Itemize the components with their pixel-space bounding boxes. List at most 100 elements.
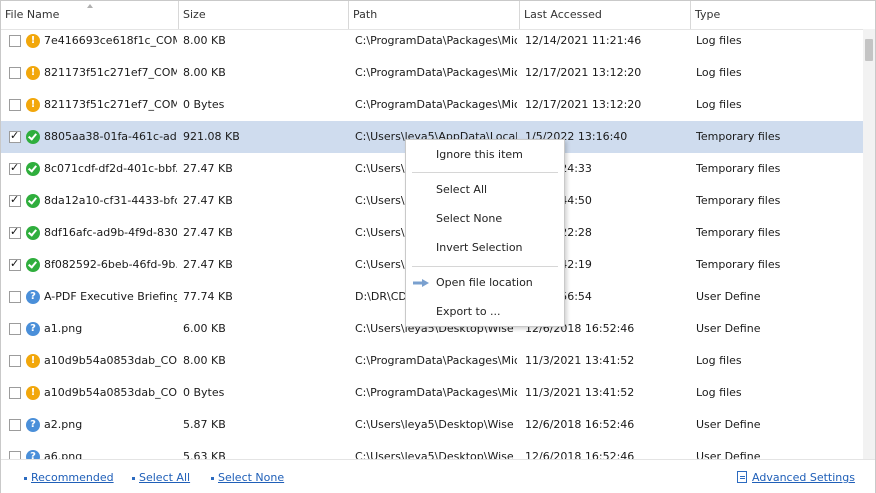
check-circle-icon [26, 194, 40, 208]
date-cell: 12/6/2018 16:52:46 [525, 450, 635, 459]
advanced-settings-link[interactable]: Advanced Settings [752, 471, 855, 485]
warning-icon: ! [26, 66, 40, 80]
size-cell: 27.47 KB [183, 226, 233, 239]
table-row[interactable]: ! 821173f51c271ef7_COM... 0 Bytes C:\Progra… [1, 89, 863, 121]
row-checkbox[interactable] [9, 67, 21, 79]
menu-separator [412, 266, 558, 267]
table-row[interactable]: ! a10d9b54a0853dab_CO... 8.00 KB C:\Program… [1, 345, 863, 377]
date-cell: 11/3/2021 13:41:52 [525, 386, 635, 399]
menu-select-none[interactable]: Select None [406, 207, 564, 231]
row-checkbox[interactable] [9, 291, 21, 303]
file-name-cell: a10d9b54a0853dab_CO... [44, 354, 177, 367]
menu-invert-selection[interactable]: Invert Selection [406, 236, 564, 260]
question-icon: ? [26, 418, 40, 432]
row-checkbox[interactable] [9, 225, 21, 239]
warning-icon: ! [26, 34, 40, 48]
type-cell: Log files [696, 34, 742, 47]
row-checkbox[interactable] [9, 161, 21, 175]
file-name-cell: 7e416693ce618f1c_COM... [44, 34, 177, 47]
table-row[interactable]: ! 7e416693ce618f1c_COM... 8.00 KB C:\Progra… [1, 25, 863, 57]
row-checkbox[interactable] [9, 355, 21, 367]
menu-ignore-label: Ignore this item [436, 148, 523, 161]
table-row[interactable]: ! a10d9b54a0853dab_CO... 0 Bytes C:\Program… [1, 377, 863, 409]
file-name-cell: 8df16afc-ad9b-4f9d-830... [44, 226, 177, 239]
menu-select-all-label: Select All [436, 183, 488, 196]
file-name-cell: 8da12a10-cf31-4433-bfc... [44, 194, 177, 207]
row-checkbox[interactable] [9, 99, 21, 111]
file-name-cell: a6.png [44, 450, 83, 459]
table-row[interactable]: ? a6.png 5.63 KB C:\Users\leya5\Desktop\Wis… [1, 441, 863, 459]
type-cell: User Define [696, 450, 761, 459]
file-name-cell: A-PDF Executive Briefing... [44, 290, 177, 303]
row-checkbox[interactable] [9, 323, 21, 335]
menu-ignore-item[interactable]: Ignore this item [406, 143, 564, 167]
warning-icon: ! [26, 354, 40, 368]
date-cell: 12/14/2021 11:21:46 [525, 34, 642, 47]
row-checkbox[interactable] [9, 193, 21, 207]
path-cell: C:\ProgramData\Packages\Micr... [355, 386, 517, 399]
row-checkbox[interactable] [9, 387, 21, 399]
row-checkbox[interactable] [9, 129, 21, 143]
date-cell: 12/6/2018 16:52:46 [525, 418, 635, 431]
row-checkbox[interactable] [9, 419, 21, 431]
size-cell: 5.87 KB [183, 418, 226, 431]
table-row[interactable]: ! 821173f51c271ef7_COM... 8.00 KB C:\Progra… [1, 57, 863, 89]
path-cell: C:\ProgramData\Packages\Micr... [355, 354, 517, 367]
file-name-cell: a1.png [44, 322, 83, 335]
file-name-cell: a2.png [44, 418, 83, 431]
type-cell: Temporary files [696, 194, 781, 207]
type-cell: User Define [696, 322, 761, 335]
col-last-accessed-label: Last Accessed [524, 8, 602, 21]
path-cell: C:\ProgramData\Packages\Micr... [355, 34, 517, 47]
question-icon: ? [26, 290, 40, 304]
table-row[interactable]: ? a2.png 5.87 KB C:\Users\leya5\Desktop\Wis… [1, 409, 863, 441]
menu-select-none-label: Select None [436, 212, 503, 225]
size-cell: 8.00 KB [183, 354, 226, 367]
date-cell: 11/3/2021 13:41:52 [525, 354, 635, 367]
menu-open-location-label: Open file location [436, 276, 533, 289]
row-checkbox[interactable] [9, 451, 21, 459]
size-cell: 5.63 KB [183, 450, 226, 459]
check-circle-icon [26, 258, 40, 272]
type-cell: User Define [696, 418, 761, 431]
path-cell: C:\Users\leya5\Desktop\Wise C... [355, 418, 517, 431]
type-cell: Log files [696, 386, 742, 399]
sort-ascending-icon [87, 4, 93, 8]
size-cell: 921.08 KB [183, 130, 240, 143]
menu-separator [412, 172, 558, 173]
type-cell: Temporary files [696, 130, 781, 143]
size-cell: 77.74 KB [183, 290, 233, 303]
file-name-cell: 821173f51c271ef7_COM... [44, 66, 177, 79]
size-cell: 8.00 KB [183, 66, 226, 79]
col-type-label: Type [695, 8, 721, 21]
select-none-link[interactable]: Select None [218, 471, 284, 485]
recommended-link[interactable]: Recommended [31, 471, 114, 485]
vertical-scrollbar[interactable] [863, 29, 875, 459]
date-cell: 12/17/2021 13:12:20 [525, 66, 642, 79]
menu-export-label: Export to ... [436, 305, 501, 318]
file-list-panel: File Name Size Path Last Accessed Type !… [0, 0, 876, 493]
menu-invert-label: Invert Selection [436, 241, 523, 254]
size-cell: 6.00 KB [183, 322, 226, 335]
row-checkbox[interactable] [9, 257, 21, 271]
size-cell: 0 Bytes [183, 386, 225, 399]
file-name-cell: 8f082592-6beb-46fd-9b... [44, 258, 177, 271]
col-file-name-label: File Name [5, 8, 60, 21]
question-icon: ? [26, 450, 40, 459]
select-all-link[interactable]: Select All [139, 471, 190, 485]
col-size-label: Size [183, 8, 206, 21]
row-checkbox[interactable] [9, 35, 21, 47]
check-circle-icon [26, 130, 40, 144]
scrollbar-thumb[interactable] [865, 39, 873, 61]
bullet-icon [132, 477, 135, 480]
menu-select-all[interactable]: Select All [406, 178, 564, 202]
size-cell: 27.47 KB [183, 194, 233, 207]
check-circle-icon [26, 226, 40, 240]
path-cell: C:\ProgramData\Packages\Micr... [355, 66, 517, 79]
menu-export[interactable]: Export to ... [406, 300, 564, 324]
footer-bar: Recommended Select All Select None Advan… [1, 459, 875, 493]
col-path-label: Path [353, 8, 378, 21]
menu-open-file-location[interactable]: Open file location [406, 271, 564, 295]
file-name-cell: 8c071cdf-df2d-401c-bbf... [44, 162, 177, 175]
type-cell: Temporary files [696, 258, 781, 271]
